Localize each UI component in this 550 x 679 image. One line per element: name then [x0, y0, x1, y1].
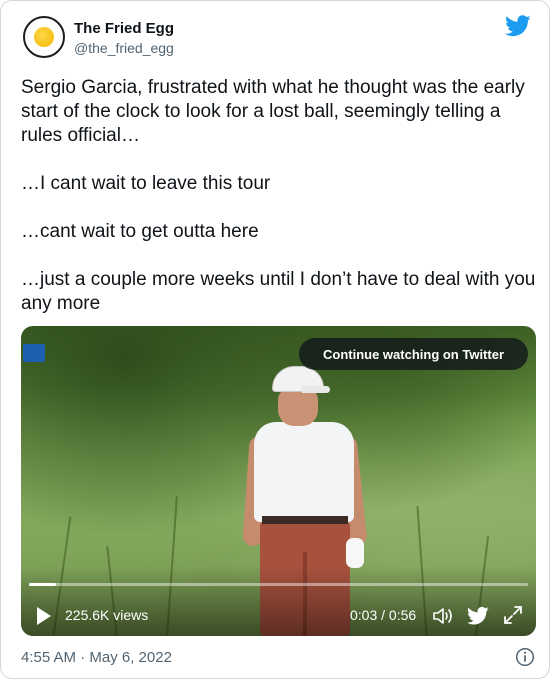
progress-bar[interactable]: [29, 583, 528, 586]
twitter-bird-icon[interactable]: [505, 15, 531, 37]
tweet-paragraph: …cant wait to get outta here: [21, 221, 259, 242]
tweet-text: Sergio Garcia, frustrated with what he t…: [21, 76, 536, 340]
author-name[interactable]: The Fried Egg: [74, 20, 174, 37]
avatar[interactable]: [23, 16, 65, 58]
tweet-paragraph: …just a couple more weeks until I don’t …: [21, 269, 536, 314]
author-handle[interactable]: @the_fried_egg: [74, 40, 174, 56]
volume-icon[interactable]: [432, 606, 454, 626]
tweet-embed: The Fried Egg @the_fried_egg Sergio Garc…: [0, 0, 550, 679]
broadcast-score-bug: [23, 344, 45, 362]
fullscreen-icon[interactable]: [503, 605, 523, 625]
video-time: 0:03 / 0:56: [350, 607, 417, 623]
tweet-paragraph: …I cant wait to leave this tour: [21, 173, 271, 194]
tweet-paragraph: Sergio Garcia, frustrated with what he t…: [21, 77, 525, 146]
video-player[interactable]: Continue watching on Twitter 225.6K view…: [21, 326, 536, 636]
play-icon[interactable]: [35, 606, 53, 626]
view-count: 225.6K views: [65, 607, 149, 623]
info-icon[interactable]: [515, 647, 535, 667]
fried-egg-logo: [34, 27, 54, 47]
tweet-timestamp[interactable]: 4:55 AM · May 6, 2022: [21, 649, 172, 666]
twitter-bird-icon[interactable]: [467, 606, 489, 626]
video-controls-overlay: [21, 566, 536, 636]
continue-watching-button[interactable]: Continue watching on Twitter: [299, 338, 528, 370]
progress-fill: [29, 583, 56, 586]
